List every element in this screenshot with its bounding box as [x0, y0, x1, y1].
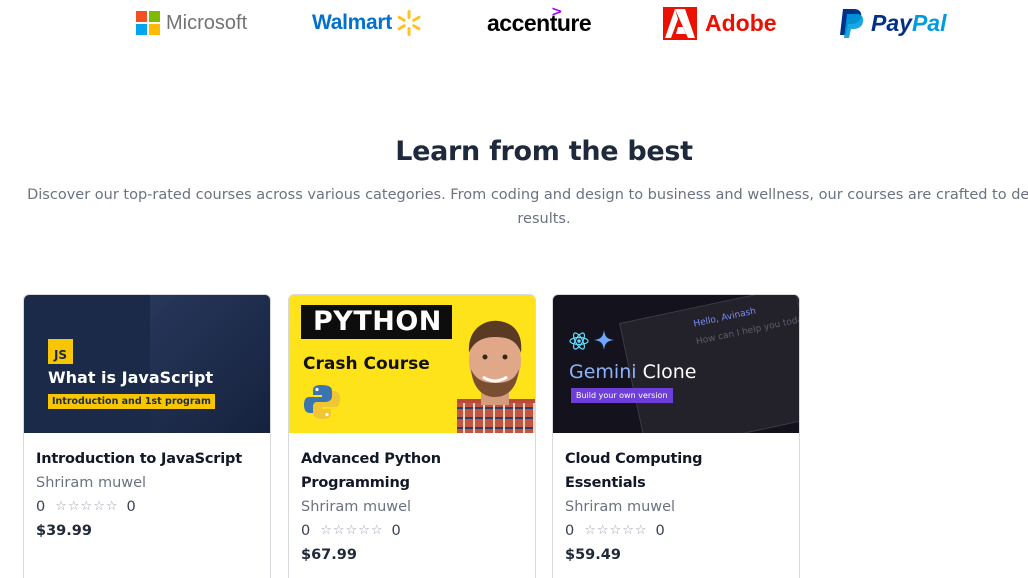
rating-stars-icon: ☆☆☆☆☆	[320, 523, 384, 538]
microsoft-logo-text: Microsoft	[166, 11, 248, 34]
course-title[interactable]: Advanced Python Programming	[301, 447, 451, 495]
gemini-sparkle-icon	[594, 330, 614, 350]
accenture-logo: > accenture	[487, 3, 592, 40]
thumbnail-heading: PYTHON	[301, 305, 452, 339]
section-title: Learn from the best	[395, 136, 693, 167]
course-card-python[interactable]: PYTHON Crash Course Advanced Python Prog…	[288, 294, 536, 578]
thumbnail-background	[150, 295, 270, 433]
course-thumbnail: Hello, Avinash How can I help you today?…	[553, 295, 799, 433]
thumbnail-heading: Gemini Clone	[569, 361, 696, 383]
thumbnail-heading: What is JavaScript	[48, 368, 214, 387]
section-description-line-2: results.	[517, 211, 571, 227]
course-rating: 0 ☆☆☆☆☆ 0	[565, 519, 787, 543]
section-description-line-1: Discover our top-rated courses across va…	[27, 187, 1028, 203]
adobe-mark-icon	[663, 6, 697, 40]
js-badge-icon: JS	[48, 339, 73, 364]
instructor-photo	[457, 320, 535, 433]
rating-count: 0	[655, 523, 665, 539]
thumbnail-heading-clone: Clone	[636, 361, 697, 383]
adobe-logo-text: Adobe	[705, 9, 777, 36]
course-card-javascript[interactable]: JS What is JavaScript Introduction and 1…	[23, 294, 271, 578]
rating-value: 0	[565, 523, 575, 539]
course-rating: 0 ☆☆☆☆☆ 0	[36, 495, 258, 519]
course-author: Shriram muwel	[301, 499, 412, 515]
walmart-logo: Walmart	[312, 6, 424, 40]
rating-count: 0	[126, 499, 136, 515]
rating-stars-icon: ☆☆☆☆☆	[584, 523, 648, 538]
course-title[interactable]: Cloud Computing Essentials	[565, 447, 787, 495]
rating-count: 0	[391, 523, 401, 539]
course-author: Shriram muwel	[565, 499, 676, 515]
partner-logos: Microsoft Walmart > accenture Adobe PayP…	[0, 0, 1028, 50]
thumbnail-heading-gemini: Gemini	[569, 361, 637, 383]
react-icon	[569, 332, 589, 350]
course-price: $59.49	[565, 547, 621, 563]
paypal-logo-text: PayPal	[871, 10, 946, 37]
course-thumbnail: JS What is JavaScript Introduction and 1…	[24, 295, 270, 433]
course-rating: 0 ☆☆☆☆☆ 0	[301, 519, 523, 543]
thumbnail-subheading: Introduction and 1st program	[48, 394, 215, 409]
thumbnail-subheading: Crash Course	[303, 354, 430, 374]
accenture-chevron-icon: >	[551, 3, 563, 20]
accenture-logo-text: accenture	[487, 9, 592, 36]
course-card-body: Advanced Python Programming Shriram muwe…	[289, 433, 535, 567]
thumbnail-build-badge: Build your own version	[571, 388, 673, 403]
rating-stars-icon: ☆☆☆☆☆	[55, 499, 119, 514]
python-logo-icon	[304, 385, 340, 419]
adobe-logo: Adobe	[663, 6, 777, 40]
course-card-body: Introduction to JavaScript Shriram muwel…	[24, 433, 270, 543]
microsoft-logo: Microsoft	[136, 6, 247, 40]
course-title[interactable]: Introduction to JavaScript	[36, 447, 258, 471]
course-thumbnail: PYTHON Crash Course	[289, 295, 535, 433]
course-price: $39.99	[36, 523, 92, 539]
rating-value: 0	[301, 523, 311, 539]
microsoft-squares-icon	[136, 11, 160, 35]
course-price: $67.99	[301, 547, 357, 563]
paypal-pay-text: Pay	[871, 9, 912, 36]
paypal-pal-text: Pal	[911, 9, 947, 36]
section-description: Discover our top-rated courses across va…	[0, 183, 1028, 231]
course-card-cloud[interactable]: Hello, Avinash How can I help you today?…	[552, 294, 800, 578]
paypal-logo: PayPal	[839, 6, 946, 40]
walmart-spark-icon	[397, 10, 421, 36]
course-card-body: Cloud Computing Essentials Shriram muwel…	[553, 433, 799, 567]
walmart-logo-text: Walmart	[312, 11, 392, 34]
rating-value: 0	[36, 499, 46, 515]
course-author: Shriram muwel	[36, 475, 147, 491]
paypal-p-icon	[840, 9, 864, 38]
